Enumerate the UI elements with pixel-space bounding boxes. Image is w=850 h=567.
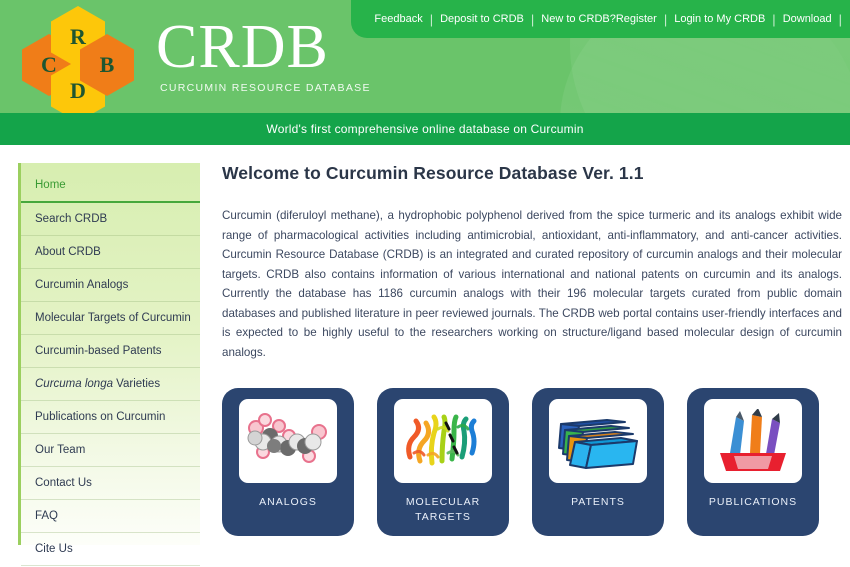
card-label-molecular-targets: MOLECULAR TARGETS (405, 496, 481, 523)
tagline-text: World's first comprehensive online datab… (266, 122, 584, 136)
top-navigation: Feedback | Deposit to CRDB | New to CRDB… (351, 0, 850, 38)
sidebar-item-our-team[interactable]: Our Team (21, 434, 200, 467)
card-patents[interactable]: PATENTS (532, 388, 664, 536)
sidebar-item-molecular-targets[interactable]: Molecular Targets of Curcumin (21, 302, 200, 335)
sidebar-item-faq[interactable]: FAQ (21, 500, 200, 533)
molecule-spacefill-svg (247, 413, 327, 463)
card-label-publications: PUBLICATIONS (708, 496, 798, 508)
stacked-folders-icon (549, 399, 647, 483)
feature-card-list: ANALOGS MOLECULAR TARGETS PATENTS PUBLIC… (222, 388, 842, 536)
sidebar-item-label-plain: Varieties (112, 378, 161, 390)
sidebar-navigation: Home Search CRDB About CRDB Curcumin Ana… (18, 163, 200, 566)
sidebar-item-curcuma-longa-varieties[interactable]: Curcuma longa Varieties (21, 368, 200, 401)
sidebar-item-about-crdb[interactable]: About CRDB (21, 236, 200, 269)
card-label-patents: PATENTS (571, 496, 625, 508)
sidebar-item-cite-us[interactable]: Cite Us (21, 533, 200, 566)
page-title: Welcome to Curcumin Resource Database Ve… (222, 163, 644, 183)
pen-holder-icon (704, 399, 802, 483)
stacked-folders-svg (558, 419, 638, 469)
sidebar-item-contact-us[interactable]: Contact Us (21, 467, 200, 500)
card-label-analogs: ANALOGS (259, 496, 317, 508)
nav-link-download[interactable]: Download (776, 13, 839, 25)
nav-link-login[interactable]: Login to My CRDB (667, 13, 772, 25)
brand-text: CRDB CURCUMIN RESOURCE DATABASE (156, 14, 371, 94)
card-publications[interactable]: PUBLICATIONS (687, 388, 819, 536)
sidebar-item-label-italic: Curcuma longa (35, 378, 113, 390)
sidebar-item-publications[interactable]: Publications on Curcumin (21, 401, 200, 434)
nav-link-feedback[interactable]: Feedback (367, 13, 429, 25)
brand-subtitle: CURCUMIN RESOURCE DATABASE (160, 82, 371, 94)
sidebar-item-curcumin-analogs[interactable]: Curcumin Analogs (21, 269, 200, 302)
tagline-banner: World's first comprehensive online datab… (0, 113, 850, 145)
pen-holder-svg (720, 409, 786, 471)
sidebar-item-home[interactable]: Home (21, 169, 200, 203)
site-header: C R D B CRDB CURCUMIN RESOURCE DATABASE … (0, 0, 850, 113)
sidebar-item-search-crdb[interactable]: Search CRDB (21, 203, 200, 236)
card-molecular-targets[interactable]: MOLECULAR TARGETS (377, 388, 509, 536)
sidebar-item-patents[interactable]: Curcumin-based Patents (21, 335, 200, 368)
brand-title: CRDB (156, 13, 329, 81)
page-body: Home Search CRDB About CRDB Curcumin Ana… (0, 145, 850, 567)
protein-ribbon-icon (394, 399, 492, 483)
card-analogs[interactable]: ANALOGS (222, 388, 354, 536)
main-content: Welcome to Curcumin Resource Database Ve… (200, 163, 850, 567)
intro-paragraph: Curcumin (diferuloyl methane), a hydroph… (222, 209, 842, 359)
nav-link-deposit[interactable]: Deposit to CRDB (433, 13, 531, 25)
nav-link-register[interactable]: New to CRDB?Register (534, 13, 664, 25)
nav-separator: | (838, 11, 842, 27)
protein-ribbon-svg (406, 414, 477, 466)
site-logo[interactable]: C R D B CRDB CURCUMIN RESOURCE DATABASE (14, 6, 371, 113)
hexagon-logo-icon: C R D B (14, 6, 142, 113)
molecule-spacefill-icon (239, 399, 337, 483)
